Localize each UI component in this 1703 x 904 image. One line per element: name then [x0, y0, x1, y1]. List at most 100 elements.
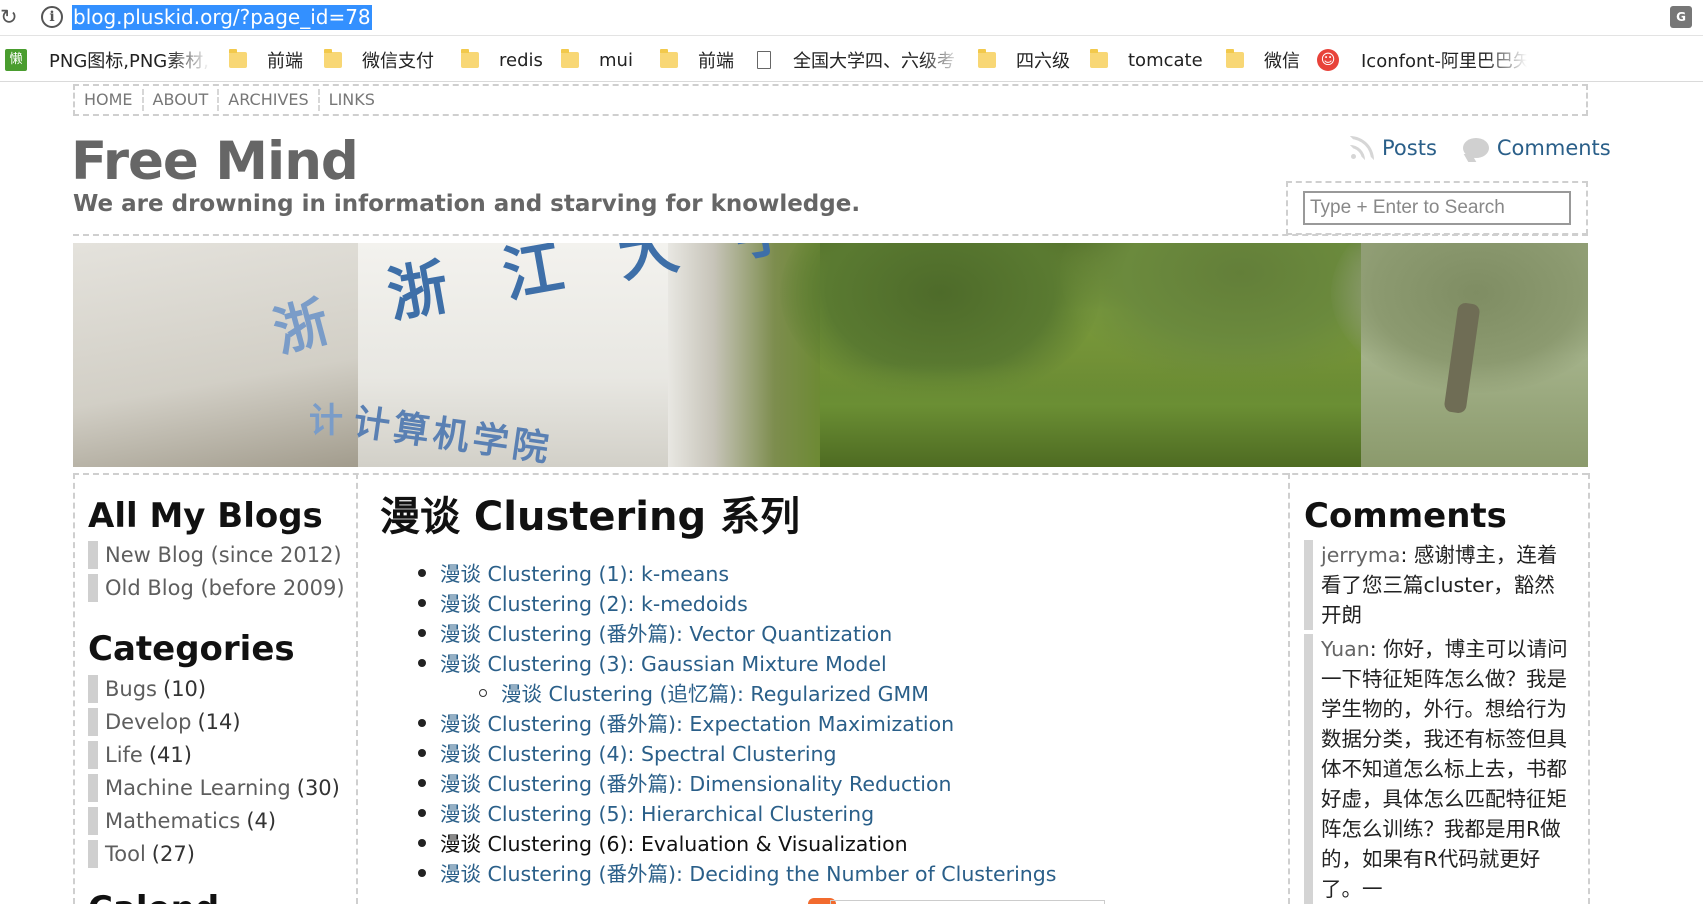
nav-about-link[interactable]: ABOUT — [144, 89, 220, 111]
bookmark-item[interactable]: redis — [461, 46, 551, 74]
category-develop-link[interactable]: Develop — [105, 710, 191, 734]
comment-body[interactable]: : 你好，博主可以请问一下特征矩阵怎么做？我是学生物的，外行。想给行为数据分类，… — [1321, 637, 1568, 901]
site-info-icon[interactable]: i — [41, 6, 63, 28]
search-input[interactable] — [1303, 191, 1571, 225]
bookmark-item[interactable]: ☺ Iconfont-阿里巴巴矢 — [1317, 46, 1527, 74]
list-item: Old Blog (before 2009) — [88, 571, 345, 604]
comment-text: Yuan: 你好，博主可以请问一下特征矩阵怎么做？我是学生物的，外行。想给行为数… — [1321, 634, 1571, 904]
category-mathematics-link[interactable]: Mathematics — [105, 809, 240, 833]
bullet-icon — [418, 719, 426, 727]
categories-list: Bugs (10) Develop (14) Life (41) Machine Le… — [88, 672, 340, 870]
list-item: Tool (27) — [88, 837, 340, 870]
category-count: (4) — [246, 808, 277, 833]
bookmark-label: 前端 — [698, 51, 734, 72]
bookmark-label: 四六级 — [1016, 51, 1070, 72]
bullet-icon — [418, 809, 426, 817]
banner-panel-tree — [1331, 243, 1588, 467]
post-link[interactable]: 漫谈 Clustering (追忆篇): Regularized GMM — [479, 677, 929, 707]
feed-links: Posts Comments — [1350, 136, 1611, 160]
rss-icon — [1350, 136, 1374, 160]
nav-archives-link[interactable]: ARCHIVES — [219, 89, 320, 111]
post-link[interactable]: 漫谈 Clustering (5): Hierarchical Clusteri… — [418, 797, 874, 827]
post-link[interactable]: 漫谈 Clustering (2): k-medoids — [418, 587, 748, 617]
list-item: 漫谈 Clustering (番外篇): Dimensionality Redu… — [418, 767, 1056, 797]
bookmark-item[interactable]: 微信支付 — [324, 46, 449, 74]
top-navigation: HOME ABOUT ARCHIVES LINKS — [73, 84, 1588, 116]
category-bugs-link[interactable]: Bugs — [105, 677, 157, 701]
nav-home-link[interactable]: HOME — [75, 89, 144, 111]
post-link[interactable]: 漫谈 Clustering (番外篇): Vector Quantization — [418, 617, 892, 647]
list-item: Bugs (10) — [88, 672, 340, 705]
post-link[interactable]: 漫谈 Clustering (番外篇): Expectation Maximiz… — [418, 707, 954, 737]
bookmark-item[interactable]: 四六级 — [978, 46, 1078, 74]
column-border — [73, 473, 75, 904]
category-count: (14) — [197, 709, 241, 734]
post-link[interactable]: 漫谈 Clustering (番外篇): Deciding the Number… — [418, 857, 1056, 887]
category-count: (27) — [151, 841, 195, 866]
category-count: (10) — [163, 676, 207, 701]
clustering-series-list: 漫谈 Clustering (1): k-means 漫谈 Clustering … — [418, 557, 1056, 887]
nav-links-link[interactable]: LINKS — [320, 89, 384, 111]
list-item: New Blog (since 2012) — [88, 538, 345, 571]
bookmark-label: redis — [499, 49, 543, 71]
category-tool-link[interactable]: Tool — [105, 842, 146, 866]
bullet-icon — [418, 659, 426, 667]
translate-icon[interactable]: G — [1670, 6, 1692, 28]
bullet-icon — [418, 599, 426, 607]
list-item: Yuan: 你好，博主可以请问一下特征矩阵怎么做？我是学生物的，外行。想给行为数… — [1304, 634, 1574, 904]
folder-icon — [229, 49, 247, 68]
url-text[interactable]: blog.pluskid.org/?page_id=78 — [72, 5, 372, 30]
categories-heading: Categories — [88, 629, 295, 669]
banner-panel-lawn — [780, 243, 1420, 467]
post-link[interactable]: 漫谈 Clustering (1): k-means — [418, 557, 729, 587]
bookmark-item[interactable]: 懒 PNG图标,PNG素材,| — [5, 46, 210, 74]
comment-author-link[interactable]: Yuan — [1321, 637, 1370, 661]
bookmark-label: 全国大学四、六级考 — [793, 51, 955, 72]
comments-heading: Comments — [1304, 496, 1507, 536]
column-border — [1288, 473, 1290, 904]
post-link[interactable]: 漫谈 Clustering (3): Gaussian Mixture Mode… — [418, 647, 887, 677]
reload-icon[interactable]: ↻ — [0, 4, 16, 30]
bullet-icon — [418, 839, 426, 847]
page-icon — [757, 51, 771, 69]
bookmark-item[interactable]: tomcate — [1090, 46, 1215, 74]
comment-bubble-icon — [1462, 138, 1489, 158]
bookmark-label: tomcate — [1128, 49, 1203, 71]
folder-icon — [461, 49, 479, 68]
partial-box — [830, 900, 1105, 904]
comments-feed-link[interactable]: Comments — [1497, 136, 1611, 160]
list-item: 漫谈 Clustering (4): Spectral Clustering — [418, 737, 1056, 767]
category-machine-learning-link[interactable]: Machine Learning — [105, 776, 291, 800]
site-title[interactable]: Free Mind — [71, 131, 359, 193]
list-item: Mathematics (4) — [88, 804, 340, 837]
list-item: 漫谈 Clustering (1): k-means — [418, 557, 1056, 587]
list-item: 漫谈 Clustering (5): Hierarchical Clusteri… — [418, 797, 1056, 827]
column-border — [356, 473, 358, 904]
bookmark-item[interactable]: mui — [561, 46, 646, 74]
bullet-icon — [418, 569, 426, 577]
column-border — [1588, 473, 1590, 904]
list-item: Life (41) — [88, 738, 340, 771]
bookmark-label: Iconfont-阿里巴巴矢 — [1361, 51, 1527, 72]
page-title: 漫谈 Clustering 系列 — [380, 494, 800, 540]
recent-comments-list: jerryma: 感谢博主，连着看了您三篇cluster，豁然开朗 Yuan: … — [1304, 540, 1574, 904]
bookmark-item[interactable]: 前端 — [229, 46, 309, 74]
list-item: 漫谈 Clustering (番外篇): Deciding the Number… — [418, 857, 1056, 887]
comment-author-link[interactable]: jerryma — [1321, 543, 1400, 567]
bookmark-label: 微信 — [1264, 51, 1300, 72]
bookmark-item[interactable]: 全国大学四、六级考 — [757, 46, 962, 74]
address-bar: ↻ i blog.pluskid.org/?page_id=78 G — [0, 0, 1703, 36]
old-blog-link[interactable]: Old Blog (before 2009) — [105, 576, 345, 600]
category-life-link[interactable]: Life — [105, 743, 143, 767]
banner-panel-shirt: 浙 江 大 学 计算机学院 — [351, 243, 820, 467]
post-link[interactable]: 漫谈 Clustering (4): Spectral Clustering — [418, 737, 837, 767]
bullet-icon — [418, 629, 426, 637]
content-top-divider — [73, 473, 1588, 475]
posts-feed-link[interactable]: Posts — [1382, 136, 1437, 160]
post-link[interactable]: 漫谈 Clustering (番外篇): Dimensionality Redu… — [418, 767, 952, 797]
list-item: 漫谈 Clustering (2): k-medoids — [418, 587, 1056, 617]
bookmark-item[interactable]: 前端 — [660, 46, 740, 74]
new-blog-link[interactable]: New Blog (since 2012) — [105, 543, 342, 567]
bookmark-item[interactable]: 微信 — [1226, 46, 1306, 74]
bookmark-label: mui — [599, 49, 633, 71]
